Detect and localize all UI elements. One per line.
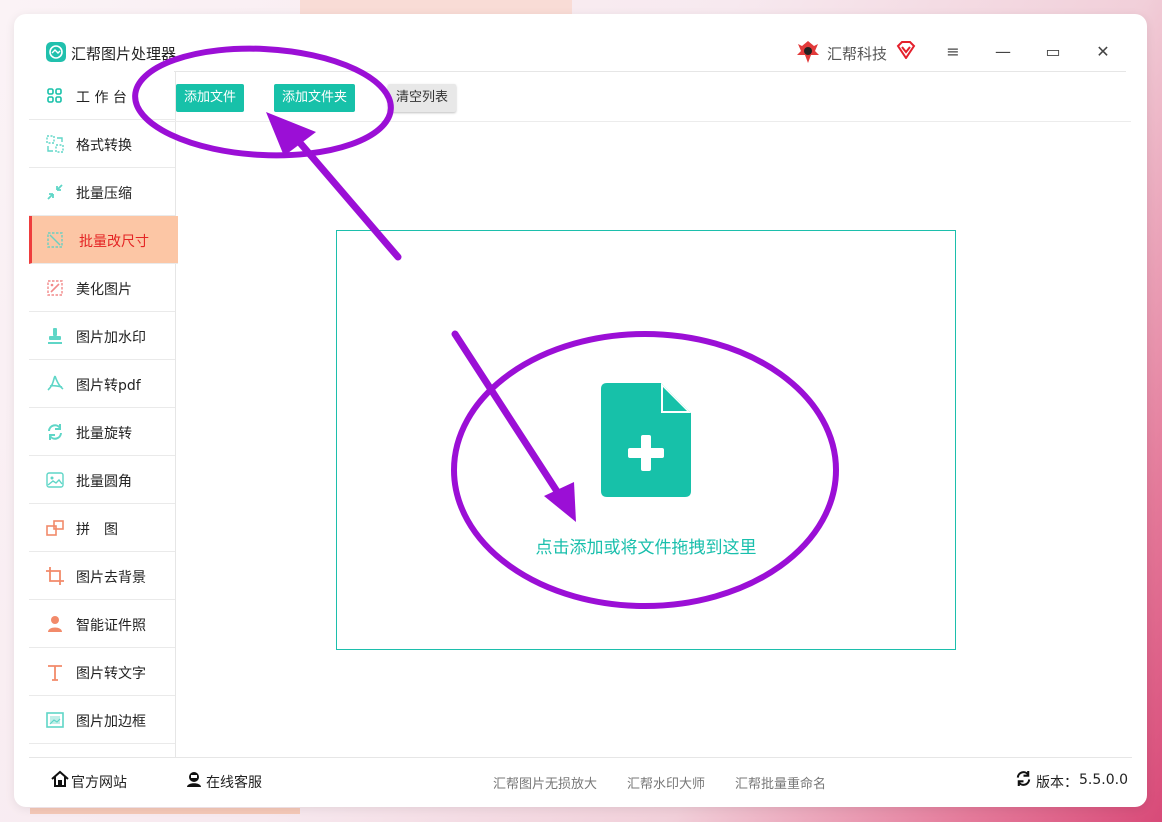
customer-service-icon[interactable] — [185, 770, 203, 788]
official-website-link[interactable]: 官方网站 — [71, 772, 127, 792]
pdf-icon — [47, 375, 64, 391]
drop-zone-hint: 点击添加或将文件拖拽到这里 — [535, 538, 757, 558]
sidebar-item-label: 图片转pdf — [76, 378, 141, 394]
background-strip — [30, 808, 300, 814]
grid-icon — [47, 88, 62, 103]
rounded-corner-icon — [46, 472, 64, 488]
add-file-button[interactable]: 添加文件 — [176, 84, 245, 112]
sidebar: 工 作 台 格式转换 批量压缩 批量改尺寸 美化图片 图片加水印 图片转pdf — [29, 72, 178, 758]
toolbar: 添加文件 添加文件夹 清空列表 — [161, 72, 1131, 122]
add-folder-button[interactable]: 添加文件夹 — [274, 84, 356, 112]
maximize-icon[interactable]: ▭ — [1041, 40, 1065, 64]
sidebar-item-format-convert[interactable]: 格式转换 — [29, 120, 175, 168]
sidebar-item-remove-background[interactable]: 图片去背景 — [29, 552, 175, 600]
sidebar-item-label: 图片加边框 — [76, 714, 146, 730]
footer-bar: 官方网站 在线客服 汇帮图片无损放大 汇帮水印大师 汇帮批量重命名 版本： 5.… — [29, 757, 1132, 804]
close-icon[interactable]: ✕ — [1091, 40, 1115, 64]
sidebar-item-rounded-corner[interactable]: 批量圆角 — [29, 456, 175, 504]
rotate-icon — [48, 424, 62, 440]
sidebar-item-label: 批量压缩 — [76, 186, 132, 202]
sidebar-item-label: 格式转换 — [76, 138, 132, 154]
file-drop-zone[interactable]: 点击添加或将文件拖拽到这里 — [336, 230, 956, 650]
puzzle-icon — [46, 520, 64, 536]
watermark-icon — [48, 328, 62, 344]
footer-link-watermark[interactable]: 汇帮水印大师 — [627, 773, 705, 792]
sidebar-item-add-frame[interactable]: 图片加边框 — [29, 696, 175, 744]
title-bar: 汇帮图片处理器 汇帮科技 ≡ — ▭ ✕ — [14, 14, 1147, 72]
refresh-icon[interactable] — [1015, 770, 1032, 787]
brand-name[interactable]: 汇帮科技 — [827, 43, 887, 64]
vip-diamond-icon[interactable] — [896, 41, 916, 63]
sidebar-item-label: 工 作 台 — [76, 90, 127, 106]
menu-icon[interactable]: ≡ — [941, 40, 965, 64]
sidebar-item-batch-rotate[interactable]: 批量旋转 — [29, 408, 175, 456]
sidebar-item-label: 图片转文字 — [76, 666, 146, 682]
crop-icon — [46, 567, 64, 585]
sidebar-item-label: 美化图片 — [76, 282, 132, 298]
convert-icon — [46, 135, 64, 153]
sidebar-item-batch-resize[interactable]: 批量改尺寸 — [29, 216, 178, 264]
sidebar-item-image-to-pdf[interactable]: 图片转pdf — [29, 360, 175, 408]
sidebar-item-id-photo[interactable]: 智能证件照 — [29, 600, 175, 648]
clear-list-button[interactable]: 清空列表 — [388, 84, 457, 112]
sidebar-item-label: 图片去背景 — [76, 570, 146, 586]
text-icon — [48, 665, 62, 681]
version-label: 版本： — [1036, 775, 1078, 791]
background-strip — [300, 0, 572, 14]
sidebar-item-batch-compress[interactable]: 批量压缩 — [29, 168, 175, 216]
sidebar-item-label: 批量圆角 — [76, 474, 132, 490]
home-icon[interactable] — [51, 770, 69, 788]
version-number: 5.5.0.0 — [1079, 772, 1128, 788]
brand-logo-icon — [796, 40, 820, 68]
sidebar-item-label: 批量改尺寸 — [79, 234, 149, 250]
app-logo-icon — [46, 42, 66, 62]
minimize-icon[interactable]: — — [991, 40, 1015, 64]
add-file-icon — [601, 383, 691, 497]
footer-link-rename[interactable]: 汇帮批量重命名 — [735, 773, 826, 792]
person-icon — [48, 616, 62, 632]
footer-link-upscale[interactable]: 汇帮图片无损放大 — [493, 773, 597, 792]
sidebar-item-label: 图片加水印 — [76, 330, 146, 346]
sidebar-item-workbench[interactable]: 工 作 台 — [29, 72, 175, 120]
sidebar-item-label: 智能证件照 — [76, 618, 146, 634]
frame-icon — [46, 712, 64, 728]
compress-icon — [47, 184, 63, 200]
beautify-icon — [47, 280, 63, 296]
resize-icon — [47, 232, 63, 248]
sidebar-item-watermark[interactable]: 图片加水印 — [29, 312, 175, 360]
sidebar-item-label: 拼 图 — [76, 522, 118, 538]
sidebar-item-puzzle[interactable]: 拼 图 — [29, 504, 175, 552]
sidebar-item-image-to-text[interactable]: 图片转文字 — [29, 648, 175, 696]
online-support-link[interactable]: 在线客服 — [206, 772, 262, 792]
app-window: 汇帮图片处理器 汇帮科技 ≡ — ▭ ✕ 工 作 台 格式转换 批量压缩 批量改… — [14, 14, 1147, 807]
sidebar-item-beautify[interactable]: 美化图片 — [29, 264, 175, 312]
app-title: 汇帮图片处理器 — [71, 45, 177, 63]
sidebar-item-label: 批量旋转 — [76, 426, 132, 442]
